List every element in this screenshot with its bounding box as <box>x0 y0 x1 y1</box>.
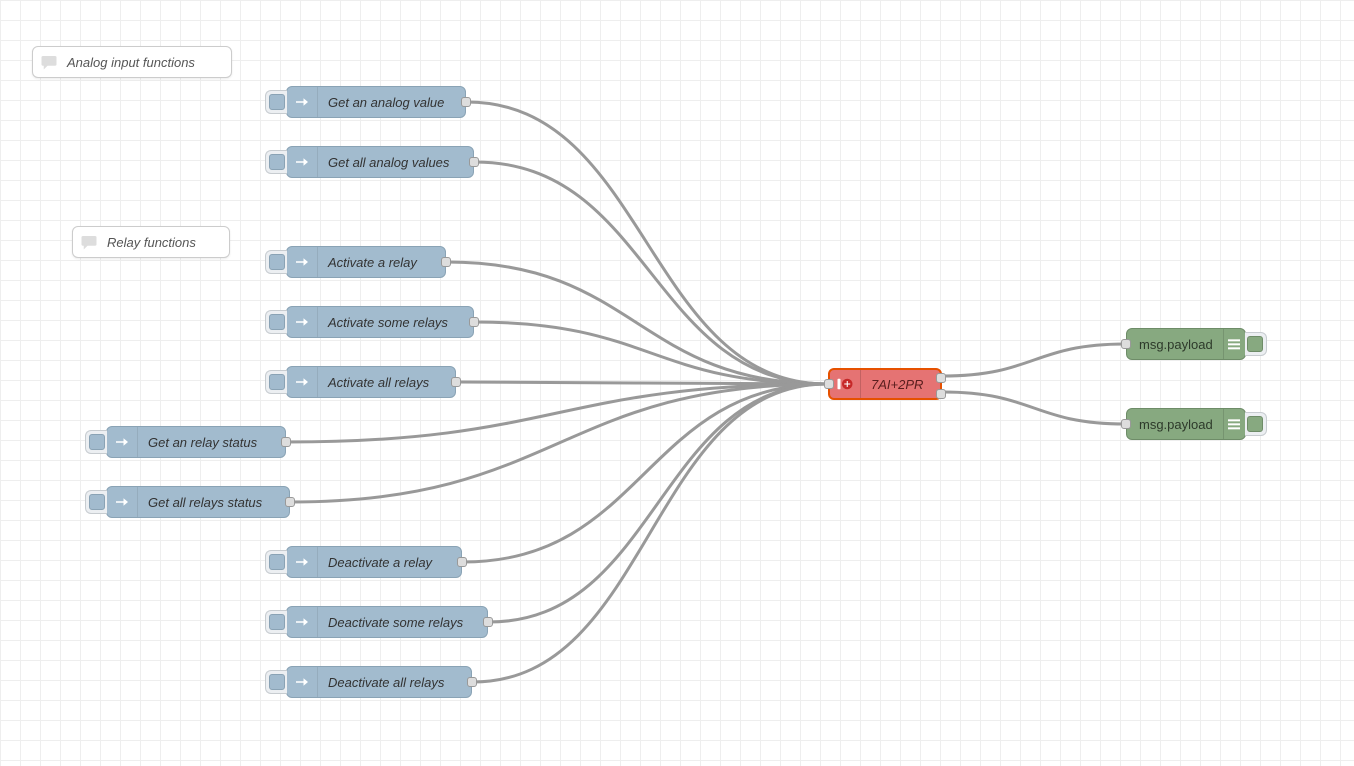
output-port[interactable] <box>281 437 291 447</box>
inject-trigger-button[interactable] <box>265 250 287 274</box>
arrow-right-icon <box>287 547 318 577</box>
node-label: Activate some relays <box>318 315 462 330</box>
arrow-right-icon <box>287 307 318 337</box>
inject-activate-all-relays[interactable]: Activate all relays <box>286 366 456 398</box>
node-label: Get all analog values <box>318 155 463 170</box>
node-label: Activate a relay <box>318 255 431 270</box>
inject-get-an-analog-value[interactable]: Get an analog value <box>286 86 466 118</box>
node-label: msg.payload <box>1127 337 1223 352</box>
inject-activate-a-relay[interactable]: Activate a relay <box>286 246 446 278</box>
comment-relay-functions[interactable]: Relay functions <box>72 226 230 258</box>
output-port-1[interactable] <box>936 373 946 383</box>
arrow-right-icon <box>287 247 318 277</box>
arrow-right-icon <box>287 667 318 697</box>
node-label: Get all relays status <box>138 495 276 510</box>
input-port[interactable] <box>824 379 834 389</box>
inject-trigger-button[interactable] <box>265 150 287 174</box>
output-port[interactable] <box>469 157 479 167</box>
output-port[interactable] <box>285 497 295 507</box>
node-label: msg.payload <box>1127 417 1223 432</box>
output-port[interactable] <box>469 317 479 327</box>
debug-node-2[interactable]: msg.payload <box>1126 408 1246 440</box>
inject-trigger-button[interactable] <box>265 670 287 694</box>
inject-get-all-analog-values[interactable]: Get all analog values <box>286 146 474 178</box>
inject-trigger-button[interactable] <box>265 610 287 634</box>
node-label: Activate all relays <box>318 375 443 390</box>
inject-get-all-relays-status[interactable]: Get all relays status <box>106 486 290 518</box>
arrow-right-icon <box>287 607 318 637</box>
node-red-icon <box>830 370 861 398</box>
inject-trigger-button[interactable] <box>265 90 287 114</box>
arrow-right-icon <box>107 487 138 517</box>
output-port[interactable] <box>467 677 477 687</box>
inject-trigger-button[interactable] <box>265 370 287 394</box>
input-port[interactable] <box>1121 339 1131 349</box>
node-label: Get an relay status <box>138 435 271 450</box>
inject-deactivate-a-relay[interactable]: Deactivate a relay <box>286 546 462 578</box>
inject-activate-some-relays[interactable]: Activate some relays <box>286 306 474 338</box>
arrow-right-icon <box>107 427 138 457</box>
inject-get-an-relay-status[interactable]: Get an relay status <box>106 426 286 458</box>
comment-analog-input-functions[interactable]: Analog input functions <box>32 46 232 78</box>
arrow-right-icon <box>287 367 318 397</box>
output-port[interactable] <box>457 557 467 567</box>
wires-layer <box>0 0 1354 766</box>
output-port[interactable] <box>483 617 493 627</box>
node-label: Deactivate all relays <box>318 675 458 690</box>
debug-toggle-button[interactable] <box>1245 412 1267 436</box>
inject-trigger-button[interactable] <box>265 310 287 334</box>
inject-deactivate-all-relays[interactable]: Deactivate all relays <box>286 666 472 698</box>
output-port-2[interactable] <box>936 389 946 399</box>
arrow-right-icon <box>287 87 318 117</box>
node-7ai-2pr[interactable]: 7AI+2PR <box>828 368 942 400</box>
inject-trigger-button[interactable] <box>85 430 107 454</box>
debug-toggle-button[interactable] <box>1245 332 1267 356</box>
comment-label: Analog input functions <box>67 55 195 70</box>
node-label: Deactivate a relay <box>318 555 446 570</box>
arrow-right-icon <box>287 147 318 177</box>
output-port[interactable] <box>461 97 471 107</box>
flow-canvas[interactable]: Analog input functions Relay functions G… <box>0 0 1354 766</box>
debug-icon <box>1223 409 1245 439</box>
speech-bubble-icon <box>79 232 99 252</box>
comment-label: Relay functions <box>107 235 196 250</box>
output-port[interactable] <box>441 257 451 267</box>
inject-trigger-button[interactable] <box>85 490 107 514</box>
output-port[interactable] <box>451 377 461 387</box>
node-label: 7AI+2PR <box>861 377 937 392</box>
inject-deactivate-some-relays[interactable]: Deactivate some relays <box>286 606 488 638</box>
node-label: Deactivate some relays <box>318 615 477 630</box>
debug-node-1[interactable]: msg.payload <box>1126 328 1246 360</box>
node-label: Get an analog value <box>318 95 458 110</box>
inject-trigger-button[interactable] <box>265 550 287 574</box>
debug-icon <box>1223 329 1245 359</box>
input-port[interactable] <box>1121 419 1131 429</box>
speech-bubble-icon <box>39 52 59 72</box>
